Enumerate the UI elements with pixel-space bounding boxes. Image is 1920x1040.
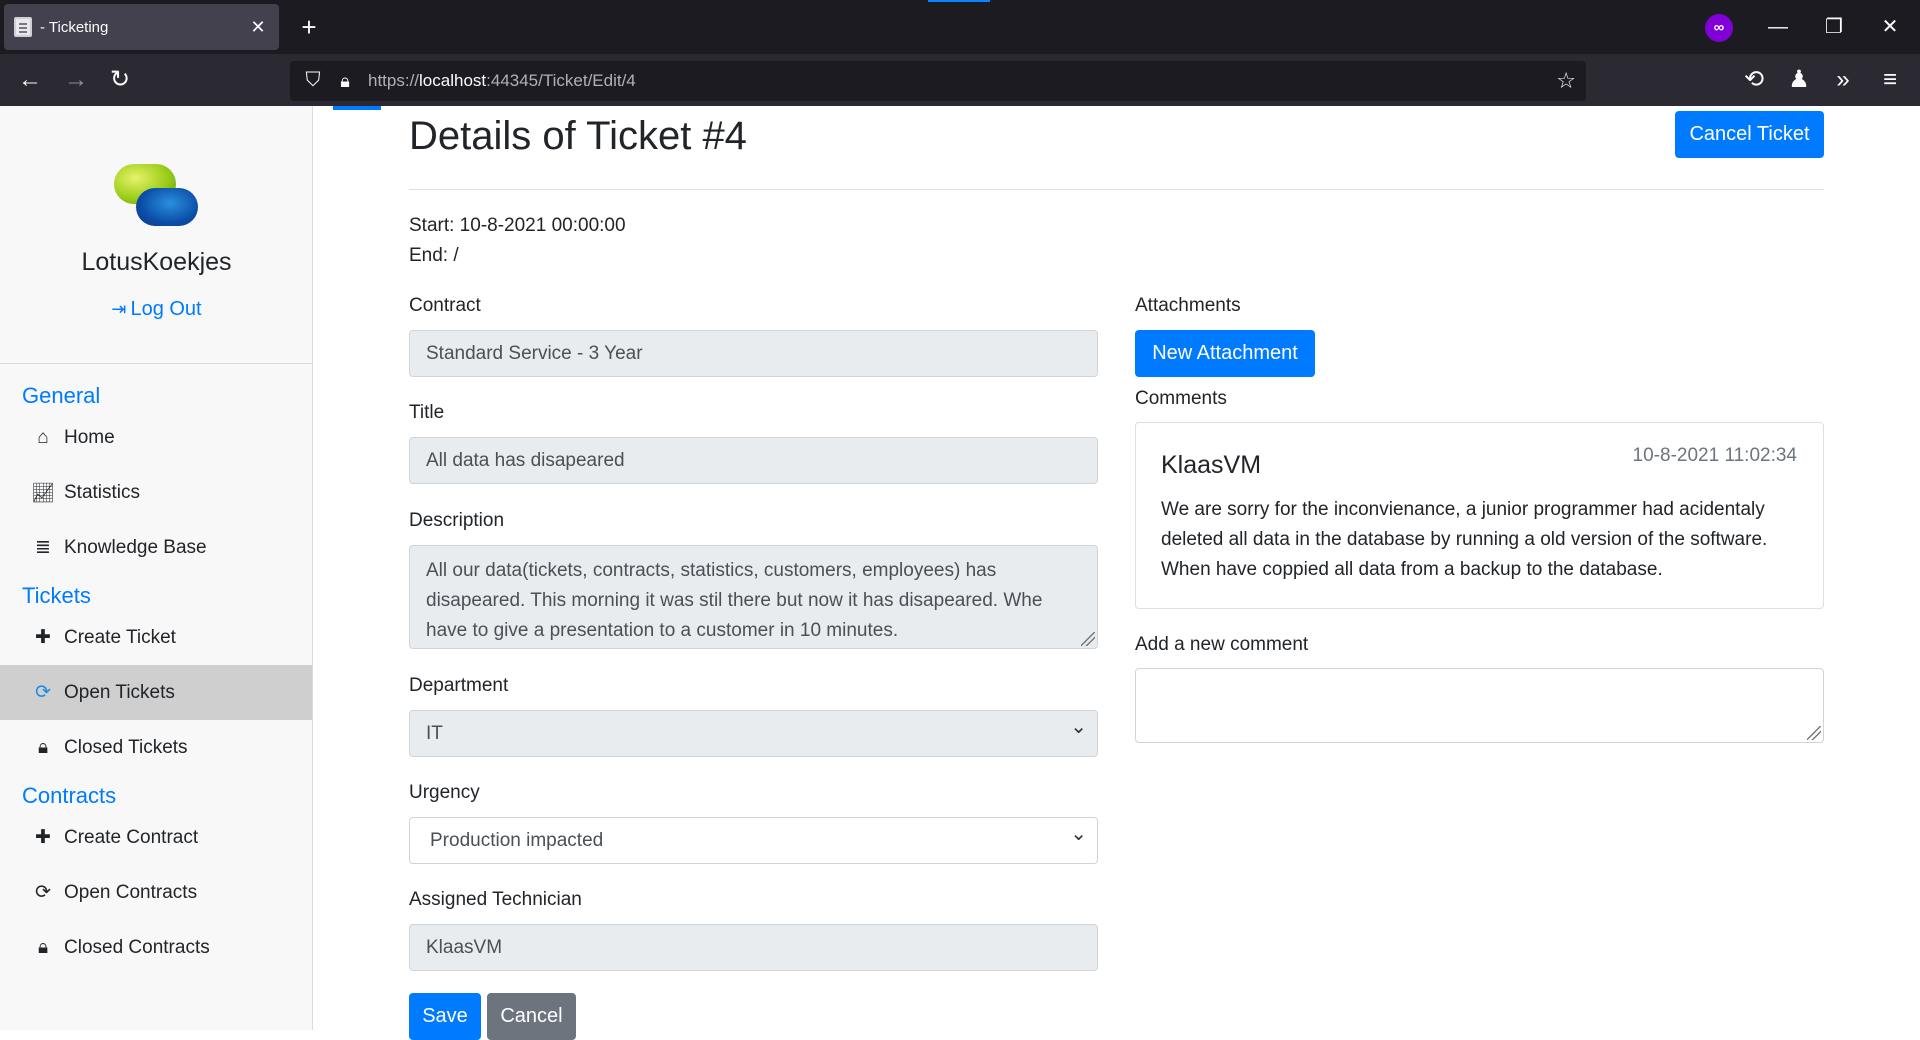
sidebar-item-open-tickets[interactable]: ⟳ Open Tickets [0,665,312,720]
close-tab-icon[interactable]: ✕ [247,17,269,38]
logout-link[interactable]: ⇥ Log Out [0,298,313,321]
minimize-window-button[interactable]: — [1758,10,1798,44]
browser-tab-bar: - Ticketing ✕ + ∞ — ❐ ✕ [0,0,1920,54]
save-button[interactable]: Save [409,993,481,1040]
sidebar-divider [0,363,313,364]
history-icon[interactable]: ⟲ [1736,62,1772,98]
title-field: All data has disapeared [409,437,1098,484]
url-bar[interactable]: ⛉ 🔒︎ https://localhost:44345/Ticket/Edit… [290,61,1586,101]
tracking-protection-shield-icon[interactable]: ⛉ [302,69,324,93]
new-tab-button[interactable]: + [294,12,324,42]
sidebar-item-home[interactable]: ⌂ Home [0,410,312,465]
overflow-menu-icon[interactable]: » [1825,62,1861,98]
department-label: Department [409,675,509,696]
browser-tab[interactable]: - Ticketing ✕ [4,4,279,50]
sidebar-item-statistics[interactable]: 📈︎ Statistics [0,465,312,520]
lock-icon[interactable]: 🔒︎ [334,71,356,92]
home-icon: ⌂ [37,426,49,448]
contract-label: Contract [409,295,481,316]
sidebar-item-closed-tickets[interactable]: 🔒︎ Closed Tickets [0,720,312,775]
database-icon: ≣ [35,537,51,558]
sidebar-item-create-contract[interactable]: ✚ Create Contract [0,810,312,865]
new-attachment-button[interactable]: New Attachment [1135,330,1315,377]
sidebar-item-knowledge-base[interactable]: ≣ Knowledge Base [0,520,312,575]
cancel-ticket-button[interactable]: Cancel Ticket [1675,111,1824,158]
title-label: Title [409,402,445,423]
tab-title: - Ticketing [40,18,109,36]
resize-grip-icon[interactable] [1081,632,1095,646]
contract-field: Standard Service - 3 Year [409,330,1098,377]
resize-grip-icon[interactable] [1807,726,1821,740]
reload-icon[interactable]: ↻ [102,62,138,98]
page-title: Details of Ticket #4 [409,114,747,158]
sidebar-item-closed-contracts[interactable]: 🔒︎ Closed Contracts [0,920,312,975]
forward-icon[interactable]: → [58,62,94,98]
sync-icon: ⟳ [35,682,51,703]
technician-label: Assigned Technician [409,889,582,910]
sidebar-item-open-contracts[interactable]: ⟳ Open Contracts [0,865,312,920]
back-icon[interactable]: ← [12,62,48,98]
section-heading-contracts: Contracts [22,783,117,808]
sidebar-item-create-ticket[interactable]: ✚ Create Ticket [0,610,312,665]
description-label: Description [409,510,505,531]
urgency-select[interactable]: Production impacted [409,812,1098,864]
restore-window-button[interactable]: ❐ [1814,10,1854,44]
department-select: IT [409,705,1098,757]
app-menu-icon[interactable]: ≡ [1872,62,1908,98]
plus-icon: ✚ [35,827,51,848]
description-textarea: All our data(tickets, contracts, statist… [409,545,1098,649]
cancel-button[interactable]: Cancel [487,993,576,1040]
title-divider [409,189,1824,190]
new-comment-textarea[interactable] [1135,668,1824,743]
comment-card: KlaasVM 10-8-2021 11:02:34 We are sorry … [1135,422,1824,609]
company-logo [114,164,200,228]
urgency-label: Urgency [409,782,480,803]
section-heading-tickets: Tickets [22,583,91,608]
sign-out-icon: ⇥ [111,299,127,319]
bookmark-star-icon[interactable]: ☆ [1556,68,1576,94]
technician-field: KlaasVM [409,924,1098,971]
section-heading-general: General [22,383,101,408]
extension-icon[interactable]: ♟ [1781,62,1817,98]
comment-author: KlaasVM [1161,451,1262,479]
add-comment-label: Add a new comment [1135,634,1309,655]
tab-accent-line [928,0,990,2]
page-favicon-icon [14,17,32,37]
sidebar: LotusKoekjes ⇥ Log Out General ⌂ Home 📈︎ St… [0,106,313,1030]
comment-text: We are sorry for the inconvienance, a ju… [1161,499,1768,580]
ticket-end-date: End: / [409,245,459,266]
lock-icon: 🔒︎ [37,936,49,958]
ticket-start-date: Start: 10-8-2021 00:00:00 [409,215,626,236]
brand-name: LotusKoekjes [81,248,232,276]
attachments-label: Attachments [1135,295,1241,316]
comments-label: Comments [1135,388,1227,409]
lock-icon: 🔒︎ [37,736,49,758]
private-browsing-icon: ∞ [1705,14,1733,42]
chart-line-icon: 📈︎ [30,482,56,504]
scrolled-tab-indicator [333,106,381,110]
plus-icon: ✚ [35,627,51,648]
sync-icon: ⟳ [35,882,51,903]
close-window-button[interactable]: ✕ [1870,10,1910,44]
comment-date: 10-8-2021 11:02:34 [1632,445,1797,466]
url-text[interactable]: https://localhost:44345/Ticket/Edit/4 [368,71,636,91]
